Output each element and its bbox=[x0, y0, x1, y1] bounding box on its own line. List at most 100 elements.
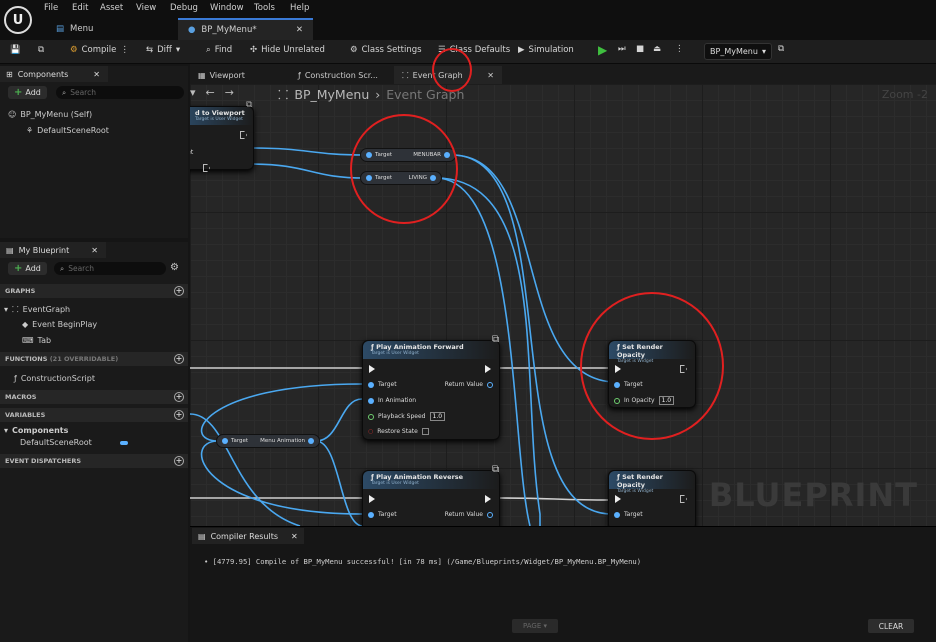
exec-out-pin[interactable] bbox=[485, 365, 491, 373]
add-dispatcher-icon[interactable]: + bbox=[174, 456, 184, 466]
tab-event-item[interactable]: ⌨ Tab bbox=[22, 336, 51, 345]
menu-debug[interactable]: Debug bbox=[170, 3, 198, 13]
components-tab[interactable]: ⊞ Components ✕ bbox=[0, 66, 108, 82]
doc-tab-label: BP_MyMenu* bbox=[201, 25, 257, 35]
close-icon[interactable]: ✕ bbox=[291, 532, 298, 541]
find-icon: ⌕ bbox=[206, 45, 211, 55]
event-dispatchers-section[interactable]: EVENT DISPATCHERS + bbox=[0, 454, 188, 468]
add-macro-icon[interactable]: + bbox=[174, 392, 184, 402]
close-icon[interactable]: ✕ bbox=[93, 70, 100, 79]
functions-section[interactable]: FUNCTIONS (21 OVERRIDABLE) + bbox=[0, 352, 188, 366]
exec-out-pin[interactable] bbox=[240, 131, 247, 139]
page-dropdown[interactable]: PAGE ▾ bbox=[512, 619, 558, 633]
unreal-logo-icon[interactable]: U bbox=[4, 6, 32, 34]
add-variable-icon[interactable]: + bbox=[174, 410, 184, 420]
close-icon[interactable]: ✕ bbox=[91, 246, 98, 255]
add-graph-icon[interactable]: + bbox=[174, 286, 184, 296]
find-button[interactable]: ⌕ Find bbox=[206, 45, 232, 55]
hide-unrelated-button[interactable]: ✣ Hide Unrelated bbox=[250, 45, 325, 55]
clear-button[interactable]: CLEAR bbox=[868, 619, 914, 633]
menu-window[interactable]: Window bbox=[210, 3, 244, 13]
forward-arrow-icon[interactable]: → bbox=[225, 86, 234, 99]
exec-in-pin[interactable] bbox=[369, 365, 375, 373]
event-graph-canvas[interactable]: d to Viewport Target is User Widget rget… bbox=[190, 84, 936, 526]
target-pin[interactable]: rget bbox=[190, 149, 193, 156]
macros-section[interactable]: MACROS + bbox=[0, 390, 188, 404]
browse-icon[interactable]: ⧉ bbox=[38, 45, 44, 55]
chevron-down-icon[interactable]: ▾ bbox=[190, 86, 196, 99]
function-construction-script[interactable]: ƒ ConstructionScript bbox=[14, 374, 95, 383]
play-animation-reverse-node[interactable]: ƒ Play Animation Reverse Target is User … bbox=[362, 470, 500, 526]
pin-label: In Animation bbox=[378, 397, 417, 404]
tab-viewport[interactable]: ▦ Viewport bbox=[190, 66, 253, 84]
tab-label: Construction Scr... bbox=[304, 70, 378, 80]
target-pin[interactable]: Target bbox=[368, 511, 397, 518]
return-value-pin[interactable]: Return Value bbox=[445, 381, 493, 388]
menu-help[interactable]: Help bbox=[290, 3, 309, 13]
playback-speed-field[interactable]: 1.0 bbox=[429, 412, 446, 421]
exec-wire bbox=[499, 497, 611, 501]
node-title: ƒ Play Animation Forward bbox=[371, 343, 491, 351]
restore-state-pin[interactable]: ○ Restore State bbox=[368, 428, 429, 435]
doc-tab-menu[interactable]: ▤ Menu bbox=[46, 18, 166, 40]
component-self[interactable]: ☺ BP_MyMenu (Self) bbox=[8, 110, 92, 119]
return-value-pin[interactable]: Return Value bbox=[445, 511, 493, 518]
component-default-scene-root[interactable]: ⚘ DefaultSceneRoot bbox=[26, 126, 109, 135]
stop-icon[interactable]: ■ bbox=[636, 44, 644, 54]
add-label: Add bbox=[25, 264, 41, 273]
components-search-input[interactable]: ⌕ Search bbox=[56, 86, 184, 99]
breadcrumb-root[interactable]: BP_MyMenu bbox=[294, 87, 369, 102]
target-pin[interactable]: Target bbox=[368, 381, 397, 388]
menu-file[interactable]: File bbox=[44, 3, 58, 13]
class-settings-button[interactable]: ⚙ Class Settings bbox=[350, 45, 422, 55]
menu-tools[interactable]: Tools bbox=[254, 3, 275, 13]
more-icon[interactable]: ⋮ bbox=[675, 44, 684, 54]
chevron-down-icon: ▾ bbox=[761, 47, 766, 56]
my-blueprint-add-button[interactable]: + Add bbox=[8, 262, 47, 275]
my-blueprint-search-input[interactable]: ⌕ Search bbox=[54, 262, 166, 275]
variables-section[interactable]: VARIABLES + bbox=[0, 408, 188, 422]
compiler-results-tab[interactable]: ▤ Compiler Results ✕ bbox=[192, 528, 304, 544]
exec-in-pin[interactable] bbox=[369, 495, 375, 503]
add-to-viewport-node[interactable]: d to Viewport Target is User Widget rget bbox=[190, 106, 254, 172]
doc-tab-bp-mymenu[interactable]: ● BP_MyMenu* ✕ bbox=[178, 18, 313, 40]
find-in-browser-icon[interactable]: ⧉ bbox=[778, 44, 784, 54]
zoom-level: Zoom -2 bbox=[881, 88, 928, 101]
play-animation-forward-node[interactable]: ƒ Play Animation Forward Target is User … bbox=[362, 340, 500, 440]
graphs-section[interactable]: GRAPHS + bbox=[0, 284, 188, 298]
event-begin-play-item[interactable]: ◆ Event BeginPlay bbox=[22, 320, 97, 329]
variable-default-scene-root[interactable]: DefaultSceneRoot bbox=[20, 438, 128, 447]
debug-object-select[interactable]: BP_MyMenu ▾ bbox=[704, 43, 772, 60]
variable-type-pill-icon bbox=[120, 440, 128, 445]
menu-asset[interactable]: Asset bbox=[100, 3, 123, 13]
gear-icon[interactable]: ⚙ bbox=[170, 262, 179, 273]
close-icon[interactable]: ✕ bbox=[487, 71, 494, 80]
playback-speed-pin[interactable]: Playback Speed 1.0 bbox=[368, 412, 446, 421]
components-add-button[interactable]: + Add bbox=[8, 86, 47, 99]
my-blueprint-tab[interactable]: ▤ My Blueprint ✕ bbox=[0, 242, 106, 258]
restore-state-checkbox[interactable] bbox=[421, 428, 429, 435]
play-icon[interactable]: ▶ bbox=[598, 43, 607, 57]
exec-out-pin[interactable] bbox=[485, 495, 491, 503]
simulation-button[interactable]: ▶ Simulation bbox=[518, 45, 574, 55]
exec-in-pin[interactable] bbox=[615, 495, 621, 503]
close-icon[interactable]: ✕ bbox=[296, 25, 303, 35]
menu-animation-variable-node[interactable]: Target Menu Animation bbox=[216, 434, 320, 448]
set-render-opacity-node[interactable]: ƒ Set Render Opacity Target is Widget Ta… bbox=[608, 470, 696, 526]
step-icon[interactable]: ⏭ bbox=[618, 44, 626, 54]
menu-view[interactable]: View bbox=[136, 3, 156, 13]
variables-components-group[interactable]: ▾ Components bbox=[4, 426, 68, 435]
add-function-icon[interactable]: + bbox=[174, 354, 184, 364]
diff-button[interactable]: ⇆ Diff ▾ bbox=[146, 45, 180, 55]
in-animation-pin[interactable]: In Animation bbox=[368, 397, 416, 404]
exec-out-pin[interactable] bbox=[680, 495, 687, 503]
menu-edit[interactable]: Edit bbox=[72, 3, 88, 13]
more-icon[interactable]: ⋮ bbox=[120, 45, 129, 55]
back-arrow-icon[interactable]: ← bbox=[206, 86, 215, 99]
eject-icon[interactable]: ⏏ bbox=[653, 44, 661, 54]
graph-event-graph[interactable]: ▾ ⸬ EventGraph bbox=[4, 304, 70, 315]
compile-button[interactable]: ⚙ Compile ⋮ bbox=[70, 45, 129, 55]
target-pin[interactable]: Target bbox=[614, 511, 643, 518]
save-icon[interactable]: 💾 bbox=[10, 45, 21, 55]
tab-construction-script[interactable]: ƒ Construction Scr... bbox=[290, 66, 386, 84]
